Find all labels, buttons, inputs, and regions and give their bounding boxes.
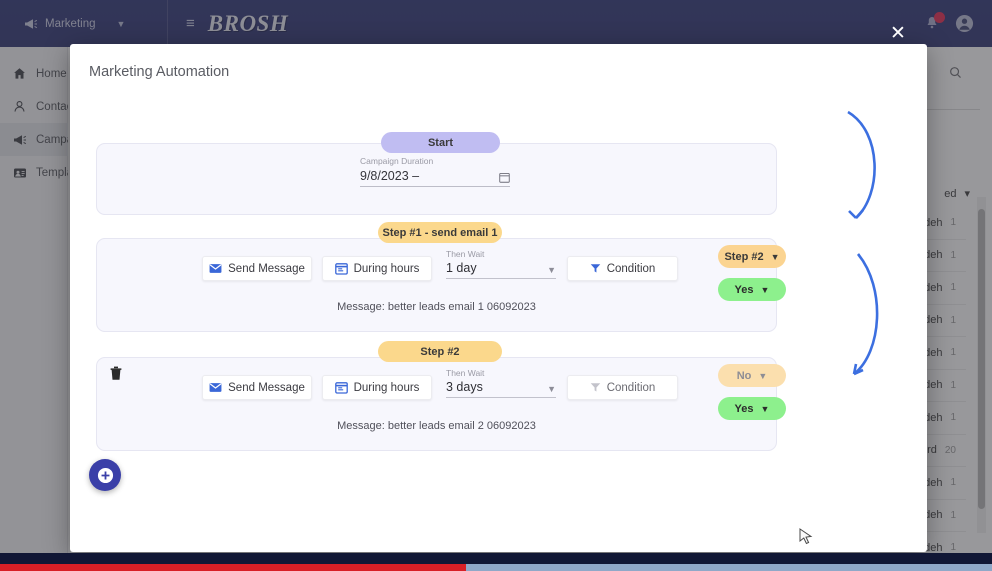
during-hours-label: During hours — [354, 382, 420, 394]
step-pill: Step #2 — [378, 341, 502, 362]
send-message-button[interactable]: Send Message — [202, 256, 312, 281]
chevron-down-icon[interactable]: ▼ — [547, 265, 556, 275]
marketing-automation-modal: Marketing Automation Start Campaign Dura… — [70, 44, 927, 552]
then-wait-value: 1 day — [446, 261, 477, 275]
branch-tag-false[interactable]: Yes ▼ — [718, 278, 786, 301]
branch-tag-label: Yes — [735, 284, 754, 296]
modal-title: Marketing Automation — [89, 64, 229, 80]
add-circle-icon — [97, 467, 114, 484]
send-message-label: Send Message — [228, 382, 305, 394]
app-root: Marketing ▼ ≡ BROSH — [0, 0, 992, 571]
then-wait-select[interactable]: 1 day ▼ — [446, 260, 556, 279]
then-wait-label: Then Wait — [446, 368, 484, 378]
step-block — [96, 357, 777, 451]
branch-tag-label: Yes — [735, 403, 754, 415]
taskbar-segment-blue — [466, 564, 992, 571]
chevron-down-icon[interactable]: ▼ — [758, 371, 767, 381]
email-icon — [209, 263, 222, 274]
step-message-line: Message: better leads email 2 06092023 — [96, 420, 777, 432]
step-block — [96, 238, 777, 332]
during-hours-label: During hours — [354, 263, 420, 275]
condition-button[interactable]: Condition — [567, 256, 678, 281]
then-wait-value: 3 days — [446, 380, 483, 394]
calendar-day-icon — [335, 262, 348, 275]
campaign-duration-label: Campaign Duration — [360, 156, 433, 166]
campaign-duration-value: 9/8/2023 – — [360, 169, 419, 183]
mouse-cursor — [799, 528, 813, 546]
branch-tag-label: No — [737, 370, 752, 382]
chevron-down-icon[interactable]: ▼ — [761, 404, 770, 414]
email-icon — [209, 382, 222, 393]
campaign-duration-field[interactable]: 9/8/2023 – — [360, 168, 510, 187]
send-message-label: Send Message — [228, 263, 305, 275]
os-taskbar — [0, 553, 992, 571]
step-pill: Step #1 - send email 1 — [378, 222, 502, 243]
automation-canvas: Start Campaign Duration 9/8/2023 – Step … — [70, 88, 927, 552]
trash-icon — [110, 366, 122, 381]
taskbar-segment-red — [0, 564, 466, 571]
chevron-down-icon[interactable]: ▼ — [761, 285, 770, 295]
chevron-down-icon[interactable]: ▼ — [547, 384, 556, 394]
add-step-button[interactable] — [89, 459, 121, 491]
branch-tag-label: Step #2 — [724, 251, 763, 263]
flow-connectors — [770, 106, 890, 416]
step-message-line: Message: better leads email 1 06092023 — [96, 301, 777, 313]
branch-tag-true[interactable]: Step #2 ▼ — [718, 245, 786, 268]
branch-tag-false[interactable]: Yes ▼ — [718, 397, 786, 420]
during-hours-button[interactable]: During hours — [322, 375, 432, 400]
during-hours-button[interactable]: During hours — [322, 256, 432, 281]
condition-label: Condition — [607, 382, 656, 394]
start-pill: Start — [381, 132, 500, 153]
calendar-day-icon — [335, 381, 348, 394]
filter-icon — [590, 382, 601, 393]
then-wait-select[interactable]: 3 days ▼ — [446, 379, 556, 398]
chevron-down-icon[interactable]: ▼ — [771, 252, 780, 262]
filter-icon — [590, 263, 601, 274]
condition-label: Condition — [607, 263, 656, 275]
close-modal-button[interactable]: ✕ — [885, 20, 911, 46]
calendar-icon[interactable] — [499, 172, 510, 183]
condition-button[interactable]: Condition — [567, 375, 678, 400]
send-message-button[interactable]: Send Message — [202, 375, 312, 400]
then-wait-label: Then Wait — [446, 249, 484, 259]
delete-step-button[interactable] — [110, 366, 122, 381]
branch-tag-true[interactable]: No ▼ — [718, 364, 786, 387]
